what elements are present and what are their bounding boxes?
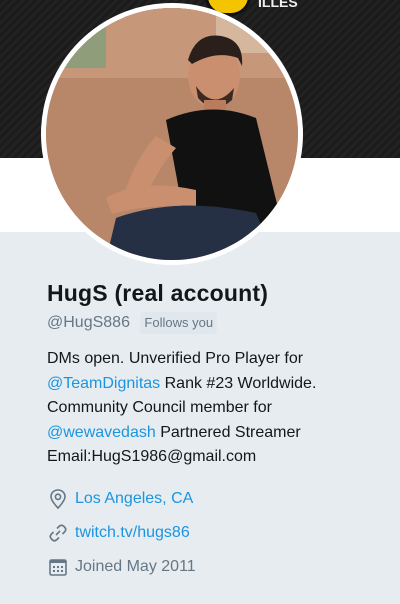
- bio-line: DMs open. Unverified Pro Player for: [47, 350, 304, 367]
- calendar-icon: [47, 556, 69, 578]
- website-link[interactable]: twitch.tv/hugs86: [75, 524, 190, 542]
- bio-line: Email:HugS1986@gmail.com: [47, 448, 257, 465]
- website-row: twitch.tv/hugs86: [47, 516, 387, 550]
- avatar[interactable]: [46, 8, 298, 260]
- user-handle[interactable]: @HugS886: [47, 314, 130, 331]
- location-link[interactable]: Los Angeles, CA: [75, 490, 193, 508]
- avatar-frame: [41, 3, 303, 265]
- bio-text: Rank #23 Worldwide.: [160, 374, 317, 392]
- follows-you-badge: Follows you: [140, 312, 218, 334]
- mention-wewavedash[interactable]: @wewavedash: [47, 424, 156, 441]
- avatar-photo: [46, 8, 298, 260]
- profile-meta: Los Angeles, CA twitch.tv/hugs86 Joined …: [47, 482, 387, 584]
- mention-teamdignitas[interactable]: @TeamDignitas: [47, 375, 160, 392]
- location-row: Los Angeles, CA: [47, 482, 387, 516]
- bio-line: @wewavedash Partnered Streamer: [47, 421, 387, 446]
- profile-info: HugS (real account) @HugS886 Follows you…: [47, 278, 387, 584]
- display-name[interactable]: HugS (real account): [47, 278, 387, 308]
- location-pin-icon: [47, 488, 69, 510]
- joined-row: Joined May 2011: [47, 550, 387, 584]
- bio-line: @TeamDignitas Rank #23 Worldwide.: [47, 372, 387, 397]
- handle-row: @HugS886 Follows you: [47, 312, 387, 334]
- joined-date: Joined May 2011: [75, 557, 196, 575]
- bio-line: Community Council member for: [47, 399, 272, 416]
- link-icon: [47, 522, 69, 544]
- bio: DMs open. Unverified Pro Player for @Tea…: [47, 347, 387, 470]
- bio-text: Partnered Streamer: [155, 423, 301, 441]
- banner-text: ILLES: [258, 0, 298, 10]
